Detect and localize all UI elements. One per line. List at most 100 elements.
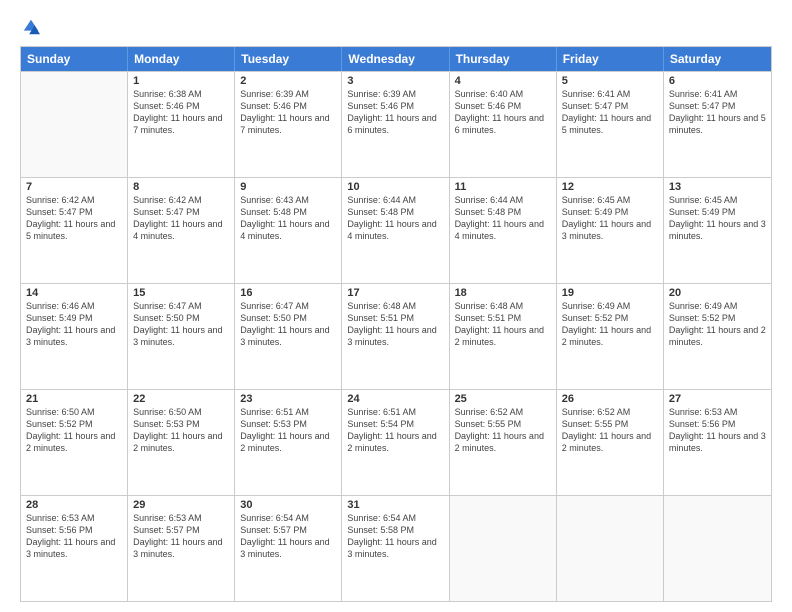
calendar-cell: 16Sunrise: 6:47 AM Sunset: 5:50 PM Dayli… [235, 284, 342, 389]
day-number: 9 [240, 181, 336, 193]
day-number: 15 [133, 287, 229, 299]
day-info: Sunrise: 6:51 AM Sunset: 5:53 PM Dayligh… [240, 406, 336, 455]
day-info: Sunrise: 6:43 AM Sunset: 5:48 PM Dayligh… [240, 194, 336, 243]
calendar-cell: 28Sunrise: 6:53 AM Sunset: 5:56 PM Dayli… [21, 496, 128, 601]
day-info: Sunrise: 6:45 AM Sunset: 5:49 PM Dayligh… [669, 194, 766, 243]
calendar-cell: 9Sunrise: 6:43 AM Sunset: 5:48 PM Daylig… [235, 178, 342, 283]
calendar-cell: 11Sunrise: 6:44 AM Sunset: 5:48 PM Dayli… [450, 178, 557, 283]
header-day-tuesday: Tuesday [235, 47, 342, 71]
calendar-cell: 1Sunrise: 6:38 AM Sunset: 5:46 PM Daylig… [128, 72, 235, 177]
day-number: 4 [455, 75, 551, 87]
day-info: Sunrise: 6:39 AM Sunset: 5:46 PM Dayligh… [240, 88, 336, 137]
day-info: Sunrise: 6:41 AM Sunset: 5:47 PM Dayligh… [562, 88, 658, 137]
calendar-cell: 26Sunrise: 6:52 AM Sunset: 5:55 PM Dayli… [557, 390, 664, 495]
logo [20, 18, 40, 36]
day-info: Sunrise: 6:47 AM Sunset: 5:50 PM Dayligh… [240, 300, 336, 349]
day-info: Sunrise: 6:50 AM Sunset: 5:52 PM Dayligh… [26, 406, 122, 455]
day-number: 6 [669, 75, 766, 87]
calendar-cell: 4Sunrise: 6:40 AM Sunset: 5:46 PM Daylig… [450, 72, 557, 177]
calendar-week-4: 21Sunrise: 6:50 AM Sunset: 5:52 PM Dayli… [21, 389, 771, 495]
day-number: 12 [562, 181, 658, 193]
day-number: 14 [26, 287, 122, 299]
calendar-cell: 2Sunrise: 6:39 AM Sunset: 5:46 PM Daylig… [235, 72, 342, 177]
day-info: Sunrise: 6:52 AM Sunset: 5:55 PM Dayligh… [562, 406, 658, 455]
day-info: Sunrise: 6:53 AM Sunset: 5:56 PM Dayligh… [669, 406, 766, 455]
header [20, 18, 772, 36]
day-number: 7 [26, 181, 122, 193]
day-number: 18 [455, 287, 551, 299]
day-number: 16 [240, 287, 336, 299]
day-number: 24 [347, 393, 443, 405]
day-info: Sunrise: 6:42 AM Sunset: 5:47 PM Dayligh… [26, 194, 122, 243]
calendar-cell: 31Sunrise: 6:54 AM Sunset: 5:58 PM Dayli… [342, 496, 449, 601]
calendar-week-3: 14Sunrise: 6:46 AM Sunset: 5:49 PM Dayli… [21, 283, 771, 389]
calendar-body: 1Sunrise: 6:38 AM Sunset: 5:46 PM Daylig… [21, 71, 771, 601]
day-info: Sunrise: 6:46 AM Sunset: 5:49 PM Dayligh… [26, 300, 122, 349]
calendar-week-2: 7Sunrise: 6:42 AM Sunset: 5:47 PM Daylig… [21, 177, 771, 283]
day-number: 17 [347, 287, 443, 299]
day-info: Sunrise: 6:39 AM Sunset: 5:46 PM Dayligh… [347, 88, 443, 137]
day-number: 10 [347, 181, 443, 193]
calendar-cell: 13Sunrise: 6:45 AM Sunset: 5:49 PM Dayli… [664, 178, 771, 283]
header-day-monday: Monday [128, 47, 235, 71]
calendar-cell: 20Sunrise: 6:49 AM Sunset: 5:52 PM Dayli… [664, 284, 771, 389]
calendar-cell: 15Sunrise: 6:47 AM Sunset: 5:50 PM Dayli… [128, 284, 235, 389]
calendar-cell: 7Sunrise: 6:42 AM Sunset: 5:47 PM Daylig… [21, 178, 128, 283]
calendar-cell: 22Sunrise: 6:50 AM Sunset: 5:53 PM Dayli… [128, 390, 235, 495]
day-info: Sunrise: 6:53 AM Sunset: 5:56 PM Dayligh… [26, 512, 122, 561]
calendar-week-1: 1Sunrise: 6:38 AM Sunset: 5:46 PM Daylig… [21, 71, 771, 177]
day-number: 2 [240, 75, 336, 87]
calendar-cell: 30Sunrise: 6:54 AM Sunset: 5:57 PM Dayli… [235, 496, 342, 601]
calendar-cell: 10Sunrise: 6:44 AM Sunset: 5:48 PM Dayli… [342, 178, 449, 283]
day-info: Sunrise: 6:40 AM Sunset: 5:46 PM Dayligh… [455, 88, 551, 137]
day-number: 29 [133, 499, 229, 511]
calendar-cell: 23Sunrise: 6:51 AM Sunset: 5:53 PM Dayli… [235, 390, 342, 495]
calendar-cell: 12Sunrise: 6:45 AM Sunset: 5:49 PM Dayli… [557, 178, 664, 283]
header-day-thursday: Thursday [450, 47, 557, 71]
day-number: 30 [240, 499, 336, 511]
day-info: Sunrise: 6:38 AM Sunset: 5:46 PM Dayligh… [133, 88, 229, 137]
header-day-sunday: Sunday [21, 47, 128, 71]
calendar-week-5: 28Sunrise: 6:53 AM Sunset: 5:56 PM Dayli… [21, 495, 771, 601]
day-number: 21 [26, 393, 122, 405]
day-number: 23 [240, 393, 336, 405]
day-number: 26 [562, 393, 658, 405]
day-info: Sunrise: 6:49 AM Sunset: 5:52 PM Dayligh… [669, 300, 766, 349]
page: SundayMondayTuesdayWednesdayThursdayFrid… [0, 0, 792, 612]
day-number: 22 [133, 393, 229, 405]
calendar-cell [557, 496, 664, 601]
day-info: Sunrise: 6:45 AM Sunset: 5:49 PM Dayligh… [562, 194, 658, 243]
calendar-cell: 6Sunrise: 6:41 AM Sunset: 5:47 PM Daylig… [664, 72, 771, 177]
calendar-cell: 25Sunrise: 6:52 AM Sunset: 5:55 PM Dayli… [450, 390, 557, 495]
day-number: 8 [133, 181, 229, 193]
calendar-cell [21, 72, 128, 177]
calendar-cell: 29Sunrise: 6:53 AM Sunset: 5:57 PM Dayli… [128, 496, 235, 601]
calendar: SundayMondayTuesdayWednesdayThursdayFrid… [20, 46, 772, 602]
header-day-saturday: Saturday [664, 47, 771, 71]
day-info: Sunrise: 6:42 AM Sunset: 5:47 PM Dayligh… [133, 194, 229, 243]
day-info: Sunrise: 6:53 AM Sunset: 5:57 PM Dayligh… [133, 512, 229, 561]
day-number: 31 [347, 499, 443, 511]
day-number: 5 [562, 75, 658, 87]
day-number: 20 [669, 287, 766, 299]
day-number: 19 [562, 287, 658, 299]
calendar-cell: 24Sunrise: 6:51 AM Sunset: 5:54 PM Dayli… [342, 390, 449, 495]
day-info: Sunrise: 6:52 AM Sunset: 5:55 PM Dayligh… [455, 406, 551, 455]
calendar-cell: 3Sunrise: 6:39 AM Sunset: 5:46 PM Daylig… [342, 72, 449, 177]
calendar-cell: 5Sunrise: 6:41 AM Sunset: 5:47 PM Daylig… [557, 72, 664, 177]
day-info: Sunrise: 6:54 AM Sunset: 5:57 PM Dayligh… [240, 512, 336, 561]
calendar-cell: 17Sunrise: 6:48 AM Sunset: 5:51 PM Dayli… [342, 284, 449, 389]
day-info: Sunrise: 6:44 AM Sunset: 5:48 PM Dayligh… [455, 194, 551, 243]
day-number: 28 [26, 499, 122, 511]
calendar-cell: 18Sunrise: 6:48 AM Sunset: 5:51 PM Dayli… [450, 284, 557, 389]
day-info: Sunrise: 6:47 AM Sunset: 5:50 PM Dayligh… [133, 300, 229, 349]
day-number: 27 [669, 393, 766, 405]
day-info: Sunrise: 6:49 AM Sunset: 5:52 PM Dayligh… [562, 300, 658, 349]
day-number: 25 [455, 393, 551, 405]
calendar-cell [450, 496, 557, 601]
day-info: Sunrise: 6:50 AM Sunset: 5:53 PM Dayligh… [133, 406, 229, 455]
calendar-cell [664, 496, 771, 601]
day-number: 11 [455, 181, 551, 193]
day-info: Sunrise: 6:51 AM Sunset: 5:54 PM Dayligh… [347, 406, 443, 455]
header-day-wednesday: Wednesday [342, 47, 449, 71]
